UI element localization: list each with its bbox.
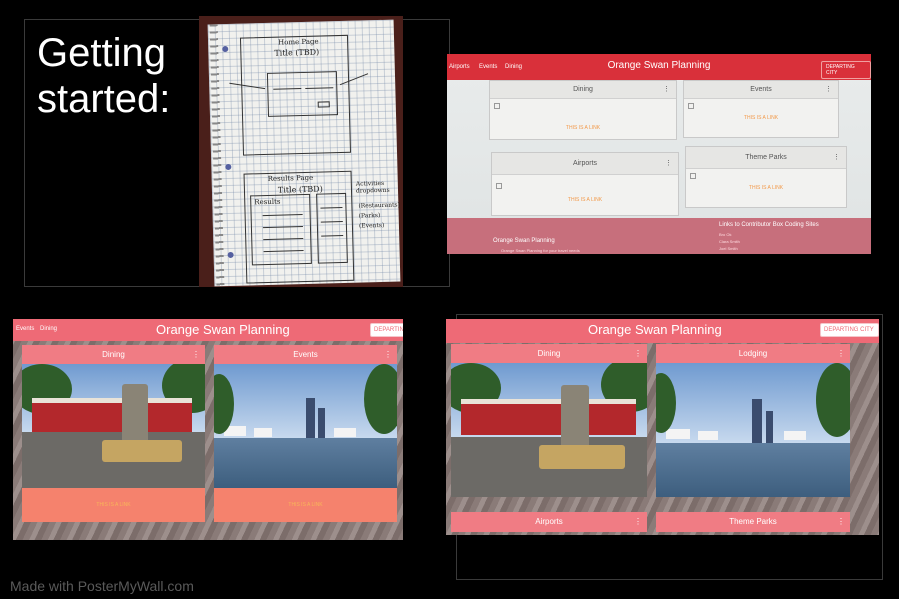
navbar: Orange Swan Planning DEPARTING CITY ▾ <box>446 319 879 345</box>
navbar: Airports Events Dining Orange Swan Plann… <box>447 54 871 80</box>
nav-link-dining[interactable]: Dining <box>40 326 57 332</box>
kebab-menu-icon[interactable]: ⋮ <box>837 344 845 363</box>
brand-title: Orange Swan Planning <box>607 60 711 71</box>
card-title: Dining ⋮ <box>490 81 676 99</box>
departing-city-select[interactable]: DEPARTING CITY ▾ <box>820 323 879 345</box>
notebook-spiral <box>209 24 225 287</box>
card-title-dining: Dining ⋮ <box>22 345 205 364</box>
nav-link-events[interactable]: Events <box>16 326 34 332</box>
kebab-menu-icon[interactable]: ⋮ <box>825 81 832 99</box>
departing-city-select[interactable]: DEPARTING CITY <box>821 61 871 79</box>
sketch-home-page-label: Home Page <box>277 37 319 47</box>
laptop-screen-photo: Airports Events Dining Orange Swan Plann… <box>447 54 871 254</box>
kebab-menu-icon[interactable]: ⋮ <box>634 344 642 363</box>
punch-hole <box>227 251 234 259</box>
card-title-lodging: Lodging ⋮ <box>656 344 850 363</box>
card-title-events: Events ⋮ <box>214 345 397 364</box>
sketch-button <box>317 101 330 108</box>
sketch-title-tbd: Title (TBD) <box>274 47 320 58</box>
card-link[interactable]: THIS IS A LINK <box>214 502 397 508</box>
footer: Orange Swan Planning Orange Swan Plannin… <box>447 218 871 254</box>
card-dining: Dining ⋮ THIS IS A LINK <box>489 80 677 140</box>
kebab-menu-icon[interactable]: ⋮ <box>634 512 642 531</box>
lodging-photo <box>656 363 850 497</box>
footer-link[interactable]: Joel Smith <box>719 246 738 251</box>
card-link[interactable]: THIS IS A LINK <box>22 502 205 508</box>
sketch-results-page-label: Results Page <box>267 173 314 183</box>
card-title: Airports ⋮ <box>492 153 678 175</box>
card-link[interactable]: THIS IS A LINK <box>684 115 838 121</box>
card-events: Events ⋮ THIS IS A LINK <box>683 80 839 138</box>
sketch-activity-item: (Events) <box>358 221 385 230</box>
brand-title: Orange Swan Planning <box>588 322 722 337</box>
broken-image-icon <box>688 103 694 109</box>
card-link[interactable]: THIS IS A LINK <box>686 185 846 191</box>
punch-hole <box>222 45 229 53</box>
sketch-activity-item: (Parks) <box>358 212 381 220</box>
card-title: Theme Parks ⋮ <box>686 147 846 169</box>
departing-city-select[interactable]: DEPARTING <box>370 323 403 337</box>
kebab-menu-icon[interactable]: ⋮ <box>837 512 845 531</box>
sketch-dropdown-column <box>316 192 348 264</box>
card-title: Events ⋮ <box>684 81 838 99</box>
card-title-airports: Airports ⋮ <box>451 512 647 532</box>
broken-image-icon <box>690 173 696 179</box>
card-theme-parks: Theme Parks ⋮ THIS IS A LINK <box>685 146 847 208</box>
sketch-paper: Home Page Title (TBD) Results Page Title… <box>207 19 401 287</box>
card-footer-dining: THIS IS A LINK <box>22 488 205 522</box>
kebab-menu-icon[interactable]: ⋮ <box>665 153 672 175</box>
footer-brand: Orange Swan Planning <box>493 238 555 244</box>
broken-image-icon <box>496 183 502 189</box>
app-screenshot-left: Events Dining Orange Swan Planning DEPAR… <box>13 319 403 540</box>
card-title-dining: Dining ⋮ <box>451 344 647 363</box>
brand-title: Orange Swan Planning <box>156 322 290 337</box>
navbar: Events Dining Orange Swan Planning DEPAR… <box>13 319 403 341</box>
card-link[interactable]: THIS IS A LINK <box>492 197 678 203</box>
sketch-search-box <box>266 71 339 117</box>
slide-title: Getting started: <box>37 31 171 121</box>
card-link[interactable]: THIS IS A LINK <box>490 125 676 131</box>
punch-hole <box>225 163 232 171</box>
sketch-activities-note: Activities dropdowns <box>355 179 390 195</box>
kebab-menu-icon[interactable]: ⋮ <box>192 345 200 364</box>
dining-photo <box>22 364 205 488</box>
app-screenshot-right: Orange Swan Planning DEPARTING CITY ▾ Di… <box>446 319 879 535</box>
sketch-results-label: Results <box>254 197 281 207</box>
events-photo <box>214 364 397 488</box>
kebab-menu-icon[interactable]: ⋮ <box>833 147 840 169</box>
footer-link[interactable]: Bro Ok <box>719 232 731 237</box>
broken-image-icon <box>494 103 500 109</box>
sketch-activity-item: (Restaurants) <box>358 201 400 210</box>
footer-link[interactable]: Clara Smith <box>719 239 740 244</box>
dining-photo <box>451 363 647 497</box>
card-footer-events: THIS IS A LINK <box>214 488 397 522</box>
wireframe-sketch-photo: Home Page Title (TBD) Results Page Title… <box>199 16 403 287</box>
footer-tagline: Orange Swan Planning for your travel nee… <box>501 248 580 253</box>
watermark: Made with PosterMyWall.com <box>10 578 194 594</box>
kebab-menu-icon[interactable]: ⋮ <box>384 345 392 364</box>
card-title-theme-parks: Theme Parks ⋮ <box>656 512 850 532</box>
card-airports: Airports ⋮ THIS IS A LINK <box>491 152 679 216</box>
kebab-menu-icon[interactable]: ⋮ <box>663 81 670 99</box>
footer-links-title: Links to Contributor Box Coding Sites <box>719 222 819 228</box>
